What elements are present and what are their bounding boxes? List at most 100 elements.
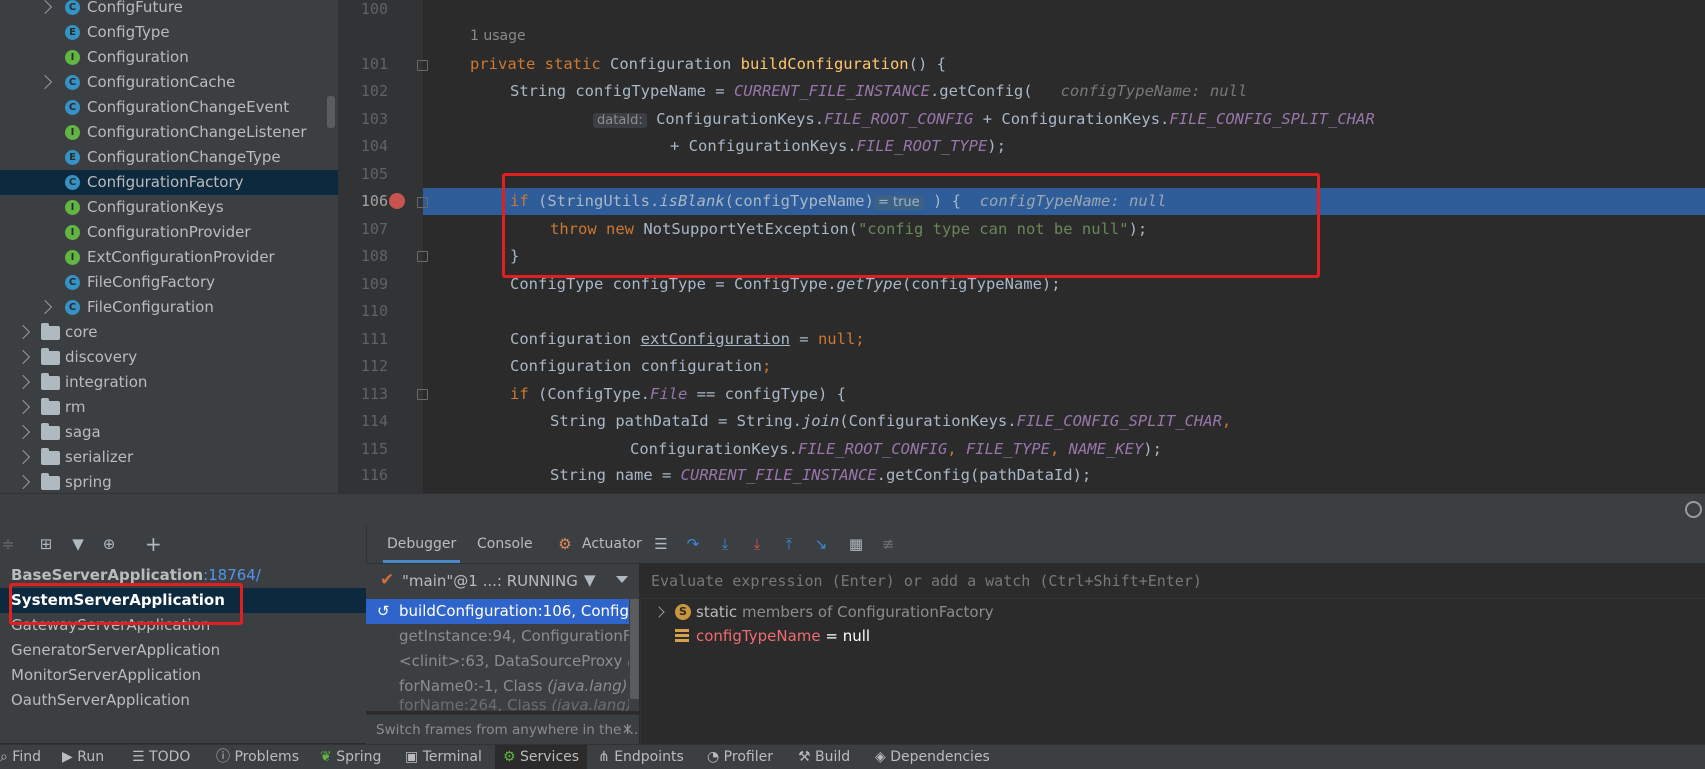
code-line-101: private static Configuration buildConfig… [470, 55, 946, 73]
tree-item[interactable]: I ConfigurationProvider [0, 220, 338, 245]
fold-marker-icon[interactable] [417, 251, 428, 262]
services-tool-button[interactable]: ⚙ Services [495, 745, 588, 769]
tree-item[interactable]: C ConfigurationChangeEvent [0, 95, 338, 120]
trace-stream-icon[interactable]: ≢ [880, 536, 896, 552]
breakpoint-icon[interactable] [389, 193, 405, 209]
fold-marker-icon[interactable] [417, 197, 428, 208]
filter-icon[interactable]: ▼ [70, 536, 86, 552]
thread-selector[interactable]: "main"@1 ...: RUNNING [402, 572, 578, 590]
find-tool-button[interactable]: ⌕ Find [0, 745, 41, 769]
tree-folder[interactable]: saga [0, 420, 338, 445]
terminal-tool-button[interactable]: ▣ Terminal [405, 745, 482, 769]
tree-folder[interactable]: rm [0, 395, 338, 420]
step-into-icon[interactable]: ⤓ [717, 536, 733, 552]
frame-item-selected[interactable]: ↺ buildConfiguration:106, Configur [366, 599, 629, 624]
tree-item[interactable]: I Configuration [0, 45, 338, 70]
tree-folder[interactable]: core [0, 320, 338, 345]
chevron-right-icon[interactable] [15, 324, 31, 340]
tree-item[interactable]: E ConfigType [0, 20, 338, 45]
run-to-cursor-icon[interactable]: ↘ [813, 536, 829, 552]
tool-window-bar: ⌕ Find ▶ Run ☰ TODO ⓘ Problems ❦ Spring … [0, 744, 1705, 769]
close-icon[interactable]: ✕ [622, 715, 633, 744]
field-icon [675, 629, 689, 643]
tree-item[interactable]: I ConfigurationChangeListener [0, 120, 338, 145]
group-by-icon[interactable]: ⊞ [38, 536, 54, 552]
frame-label: forName:264, Class [399, 699, 552, 711]
step-over-icon[interactable]: ↷ [685, 536, 701, 552]
chevron-right-icon[interactable] [37, 74, 53, 90]
tree-item[interactable]: C ConfigFuture [0, 0, 338, 20]
checkmark-icon: ✔ [380, 570, 395, 590]
tool-window-splitter[interactable] [0, 493, 1705, 525]
frame-item[interactable]: forName:264, Class (java.lang) [366, 699, 629, 711]
chevron-right-icon[interactable] [37, 0, 53, 15]
tree-item[interactable]: I ConfigurationKeys [0, 195, 338, 220]
class-icon: C [65, 75, 80, 90]
filter-icon[interactable]: ▼ [584, 571, 596, 589]
chevron-right-icon[interactable] [15, 399, 31, 415]
evaluate-expression-icon[interactable]: ▦ [848, 536, 864, 552]
service-port-link[interactable]: :18764/ [203, 566, 261, 584]
tree-item-label: saga [65, 423, 101, 441]
frame-item[interactable]: <clinit>:63, DataSourceProxy (io. [366, 649, 629, 674]
build-tool-button[interactable]: ⚒ Build [798, 745, 850, 769]
tab-debugger[interactable]: Debugger [383, 525, 461, 563]
tree-folder[interactable]: discovery [0, 345, 338, 370]
tab-console[interactable]: Console [477, 525, 533, 563]
frame-label: <clinit>:63, DataSourceProxy [399, 652, 628, 670]
code-token: () { [908, 55, 946, 73]
tree-item[interactable]: C ConfigurationCache [0, 70, 338, 95]
frames-scrollbar[interactable] [630, 599, 639, 699]
service-item[interactable]: MonitorServerApplication [0, 663, 366, 688]
settings-gear-icon[interactable] [1685, 501, 1702, 518]
service-item[interactable]: GeneratorServerApplication [0, 638, 366, 663]
line-number: 106 [360, 192, 388, 210]
service-item[interactable]: OauthServerApplication [0, 688, 366, 713]
chevron-right-icon[interactable] [15, 424, 31, 440]
chevron-right-icon[interactable] [15, 474, 31, 490]
force-step-into-icon[interactable]: ⤓ [749, 536, 765, 552]
fold-marker-icon[interactable] [417, 60, 428, 71]
evaluate-expression-input[interactable]: Evaluate expression (Enter) or add a wat… [640, 563, 1705, 599]
tab-actuator[interactable]: Actuator [582, 525, 642, 563]
code-token: .getConfig( [929, 82, 1033, 100]
tree-item[interactable]: E ConfigurationChangeType [0, 145, 338, 170]
line-number: 105 [360, 165, 388, 183]
tree-folder[interactable]: serializer [0, 445, 338, 470]
dropdown-arrow-icon[interactable] [616, 576, 628, 583]
chevron-right-icon[interactable] [15, 374, 31, 390]
code-token: FILE_CONFIG_SPLIT_CHAR [1016, 412, 1222, 430]
layout-menu-icon[interactable]: ☰ [653, 536, 669, 552]
chevron-right-icon[interactable] [37, 299, 53, 315]
run-tool-button[interactable]: ▶ Run [62, 745, 104, 769]
chevron-right-icon[interactable] [15, 449, 31, 465]
tool-label: Find [12, 749, 41, 765]
tree-item[interactable]: C FileConfigFactory [0, 270, 338, 295]
tree-item[interactable]: C FileConfiguration [0, 295, 338, 320]
tree-item[interactable]: I ExtConfigurationProvider [0, 245, 338, 270]
code-token: = [789, 330, 818, 348]
add-service-icon[interactable]: + [145, 534, 162, 554]
frame-item[interactable]: forName0:-1, Class (java.lang) [366, 674, 629, 699]
step-out-icon[interactable]: ⤒ [781, 536, 797, 552]
fold-marker-icon[interactable] [417, 389, 428, 400]
dependencies-tool-button[interactable]: ◈ Dependencies [875, 745, 990, 769]
class-icon: C [65, 0, 80, 15]
line-number: 102 [360, 82, 388, 100]
usage-hint[interactable]: 1 usage [470, 28, 526, 44]
todo-tool-button[interactable]: ☰ TODO [132, 745, 190, 769]
collapse-all-icon[interactable]: ≑ [0, 536, 16, 552]
spring-tool-button[interactable]: ❦ Spring [320, 745, 381, 769]
tree-folder[interactable]: integration [0, 370, 338, 395]
new-tab-icon[interactable]: ⊕ [101, 536, 117, 552]
tree-folder[interactable]: spring [0, 470, 338, 493]
tree-item-label: ConfigurationCache [87, 73, 236, 91]
frame-item[interactable]: getInstance:94, ConfigurationFac [366, 624, 629, 649]
profiler-tool-button[interactable]: ◔ Profiler [707, 745, 773, 769]
tree-scrollbar[interactable] [327, 96, 335, 128]
tree-item-selected[interactable]: C ConfigurationFactory [0, 170, 338, 195]
line-number: 101 [360, 55, 388, 73]
endpoints-tool-button[interactable]: ⋔ Endpoints [598, 745, 684, 769]
chevron-right-icon[interactable] [15, 349, 31, 365]
problems-tool-button[interactable]: ⓘ Problems [216, 745, 299, 769]
